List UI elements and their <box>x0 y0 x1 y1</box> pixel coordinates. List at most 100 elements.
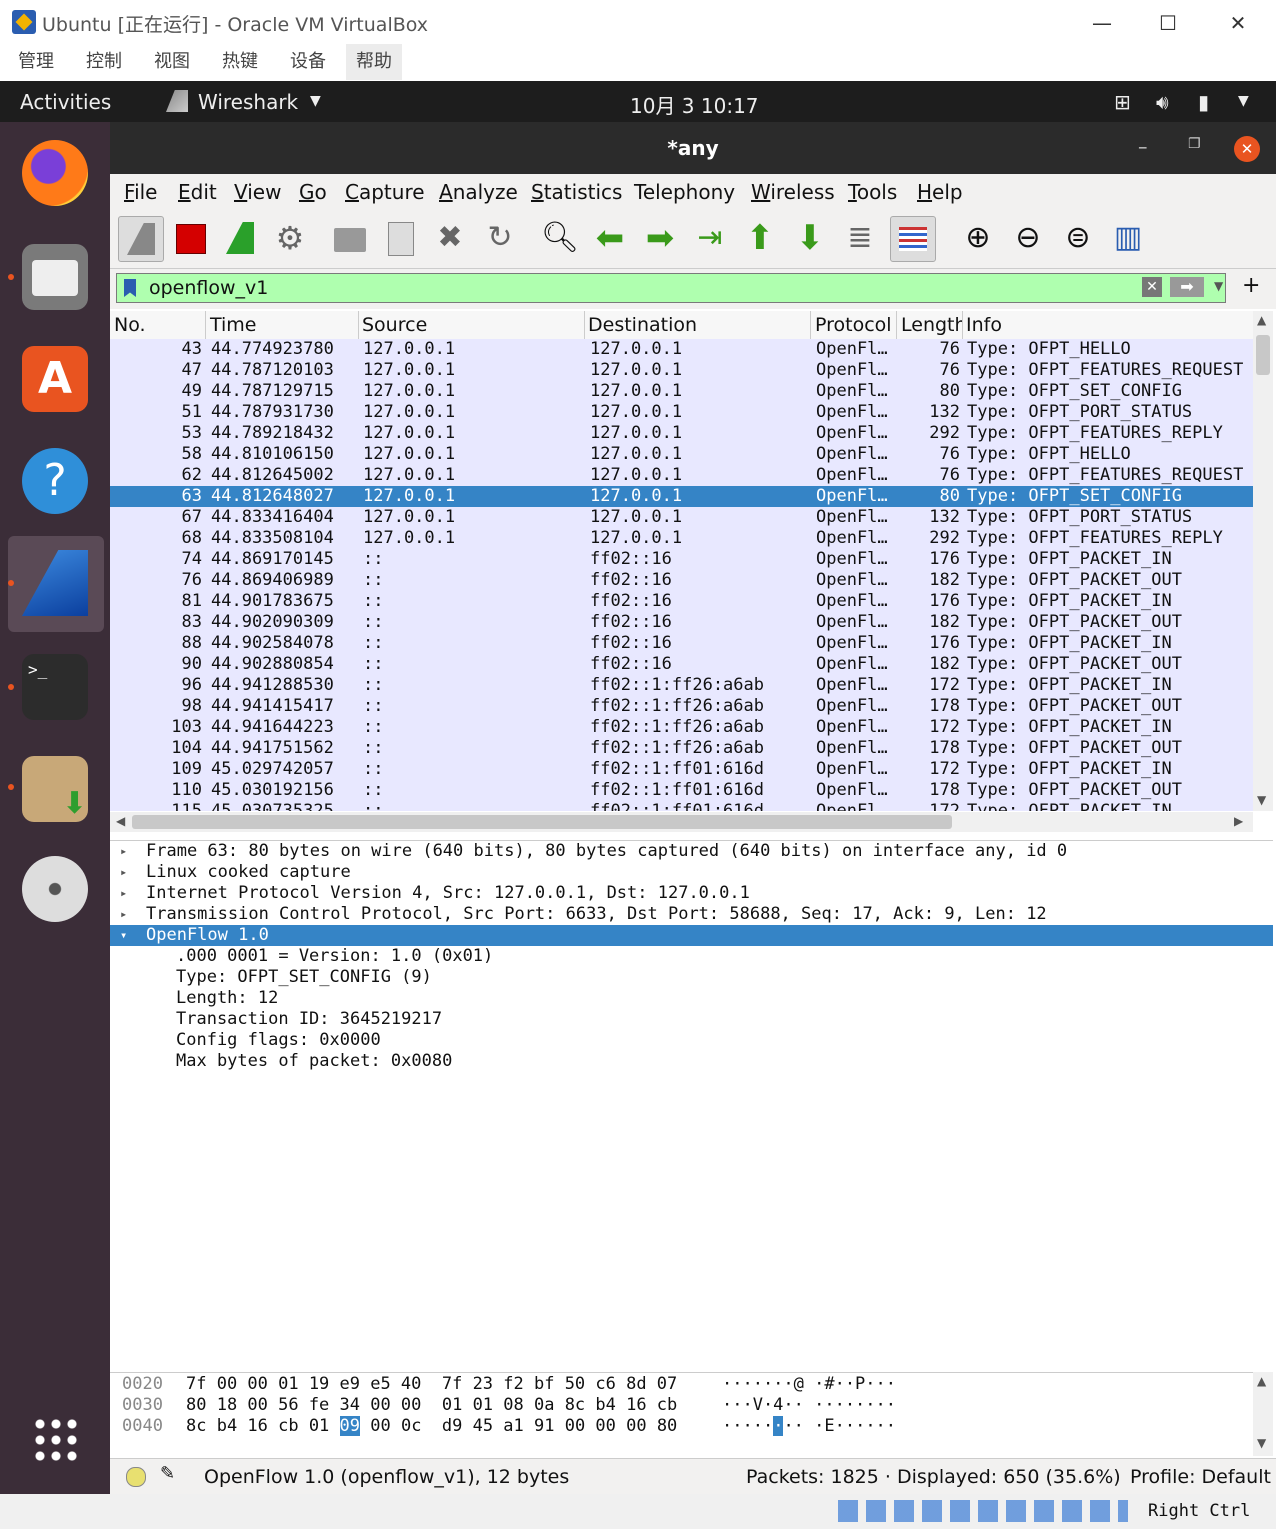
scroll-left-icon[interactable]: ◀ <box>116 814 125 828</box>
detail-field[interactable]: Max bytes of packet: 0x0080 <box>110 1051 1273 1072</box>
packet-row[interactable]: 81 44.901783675:: ff02::16 OpenFl… 176 Type: … <box>110 591 1253 612</box>
detail-field[interactable]: Config flags: 0x0000 <box>110 1030 1273 1051</box>
menu-capture[interactable]: Capture <box>345 180 425 204</box>
autoscroll-icon[interactable]: ≣ <box>838 216 882 260</box>
zoom-in-icon[interactable]: ⊕ <box>956 216 1000 260</box>
volume-icon[interactable]: 🔊︎ <box>1156 90 1169 114</box>
filter-history-chevron-icon[interactable]: ▼ <box>1214 279 1223 293</box>
packet-row[interactable]: 43 44.774923780 127.0.0.1 127.0.0.1 OpenFl… 7… <box>110 339 1253 360</box>
column-header-protocol[interactable]: Protocol <box>815 314 892 336</box>
column-header-source[interactable]: Source <box>362 314 427 336</box>
column-header-info[interactable]: Info <box>966 314 1002 336</box>
scroll-up-icon[interactable]: ▲ <box>1257 313 1266 327</box>
last-packet-icon[interactable]: ⬇ <box>788 216 832 260</box>
hscroll-thumb[interactable] <box>132 815 952 829</box>
apply-filter-icon[interactable]: ➡ <box>1170 277 1204 297</box>
packet-row[interactable]: 90 44.902880854:: ff02::16 OpenFl… 182 Type: … <box>110 654 1253 675</box>
firefox-icon[interactable] <box>22 140 88 206</box>
detail-tree-node[interactable]: ▸ Frame 63: 80 bytes on wire (640 bits), … <box>110 841 1273 862</box>
detail-tree-node[interactable]: ▾ OpenFlow 1.0 <box>110 925 1273 946</box>
menu-analyze[interactable]: Analyze <box>439 180 518 204</box>
vbox-menu-view[interactable]: 视图 <box>144 44 200 80</box>
bytes-scrollbar[interactable]: ▲ ▼ <box>1253 1372 1273 1456</box>
activities-button[interactable]: Activities <box>20 90 111 114</box>
menu-view[interactable]: View <box>234 180 281 204</box>
packet-row[interactable]: 96 44.941288530:: ff02::1:ff26:a6ab OpenFl…… <box>110 675 1253 696</box>
menu-tools[interactable]: Tools <box>848 180 897 204</box>
byte-ascii[interactable]: ········ ·E······ <box>722 1416 896 1437</box>
ws-close-icon[interactable]: ✕ <box>1234 136 1260 162</box>
packet-row[interactable]: 115 45.030735325:: ff02::1:ff01:616d OpenFl… <box>110 801 1253 811</box>
expanded-arrow-icon[interactable]: ▾ <box>120 925 127 946</box>
battery-icon[interactable]: ▮ <box>1198 90 1209 114</box>
menu-help[interactable]: Help <box>917 180 963 204</box>
packet-row[interactable]: 88 44.902584078:: ff02::16 OpenFl… 176 Type: … <box>110 633 1253 654</box>
network-icon[interactable]: ⊞ <box>1114 90 1131 114</box>
minimize-icon[interactable]: — <box>1082 8 1122 38</box>
column-header-destination[interactable]: Destination <box>588 314 697 336</box>
detail-field[interactable]: Transaction ID: 3645219217 <box>110 1009 1273 1030</box>
byte-hex[interactable]: 7f 00 00 01 19 e9 e5 40 7f 23 f2 bf 50 c… <box>186 1374 677 1395</box>
packet-row[interactable]: 104 44.941751562:: ff02::1:ff26:a6ab OpenFl… <box>110 738 1253 759</box>
packet-row[interactable]: 67 44.833416404 127.0.0.1 127.0.0.1 OpenFl… 1… <box>110 507 1253 528</box>
packet-row[interactable]: 68 44.833508104 127.0.0.1 127.0.0.1 OpenFl… 2… <box>110 528 1253 549</box>
close-file-icon[interactable]: ✖ <box>428 216 472 260</box>
packet-row[interactable]: 49 44.787129715 127.0.0.1 127.0.0.1 OpenFl… 8… <box>110 381 1253 402</box>
reload-file-icon[interactable]: ↻ <box>478 216 522 260</box>
packet-row[interactable]: 47 44.787120103 127.0.0.1 127.0.0.1 OpenFl… 7… <box>110 360 1253 381</box>
packet-row[interactable]: 76 44.869406989:: ff02::16 OpenFl… 182 Type: … <box>110 570 1253 591</box>
bytes-scroll-down-icon[interactable]: ▼ <box>1257 1436 1266 1450</box>
clock[interactable]: 10月 3 10:17 <box>630 90 759 119</box>
detail-field[interactable]: Length: 12 <box>110 988 1273 1009</box>
stop-capture-icon[interactable] <box>168 216 212 260</box>
go-to-packet-icon[interactable]: ⇥ <box>688 216 732 260</box>
files-icon[interactable] <box>22 244 88 310</box>
scroll-down-icon[interactable]: ▼ <box>1257 793 1266 807</box>
packet-row[interactable]: 103 44.941644223:: ff02::1:ff26:a6ab OpenFl… <box>110 717 1253 738</box>
collapsed-arrow-icon[interactable]: ▸ <box>120 904 127 925</box>
detail-tree-node[interactable]: ▸ Linux cooked capture <box>110 862 1273 883</box>
comment-edit-icon[interactable]: ✎ <box>160 1463 175 1484</box>
restart-capture-icon[interactable] <box>218 216 262 260</box>
system-menu-chevron-icon[interactable]: ▼ <box>1238 93 1249 109</box>
colorize-icon[interactable] <box>890 216 936 262</box>
vbox-menu-devices[interactable]: 设备 <box>280 44 336 80</box>
capture-options-icon[interactable]: ⚙ <box>268 216 312 260</box>
detail-field[interactable]: .000 0001 = Version: 1.0 (0x01) <box>110 946 1273 967</box>
column-header-time[interactable]: Time <box>210 314 257 336</box>
clear-filter-icon[interactable]: ✕ <box>1142 277 1162 297</box>
go-forward-icon[interactable]: ➡ <box>638 216 682 260</box>
apps-grid-icon[interactable] <box>32 1416 80 1464</box>
resize-columns-icon[interactable]: ▥ <box>1106 216 1150 260</box>
ws-minimize-icon[interactable]: – <box>1138 136 1148 158</box>
menu-wireless[interactable]: Wireless <box>751 180 835 204</box>
menu-go[interactable]: Go <box>299 180 327 204</box>
packet-row[interactable]: 63 44.812648027 127.0.0.1 127.0.0.1 OpenFl… 8… <box>110 486 1253 507</box>
collapsed-arrow-icon[interactable]: ▸ <box>120 862 127 883</box>
vbox-device-icons[interactable] <box>838 1500 1128 1522</box>
packet-row[interactable]: 62 44.812645002 127.0.0.1 127.0.0.1 OpenFl… 7… <box>110 465 1253 486</box>
menu-edit[interactable]: Edit <box>178 180 217 204</box>
help-icon[interactable]: ? <box>22 448 88 514</box>
byte-hex[interactable]: 8c b4 16 cb 01 09 00 0c d9 45 a1 91 00 0… <box>186 1416 677 1437</box>
column-header-no[interactable]: No. <box>114 314 146 336</box>
column-header-length[interactable]: Length <box>901 314 963 336</box>
packet-row[interactable]: 110 45.030192156:: ff02::1:ff01:616d OpenFl… <box>110 780 1253 801</box>
find-packet-icon[interactable]: 🔍︎ <box>538 216 582 260</box>
collapsed-arrow-icon[interactable]: ▸ <box>120 883 127 904</box>
chevron-down-icon[interactable]: ▼ <box>310 93 321 109</box>
ws-restore-icon[interactable]: ❐ <box>1188 136 1201 152</box>
packet-row[interactable]: 53 44.789218432 127.0.0.1 127.0.0.1 OpenFl… 2… <box>110 423 1253 444</box>
detail-tree-node[interactable]: ▸ Transmission Control Protocol, Src Port… <box>110 904 1273 925</box>
menu-file[interactable]: File <box>124 180 157 204</box>
menu-statistics[interactable]: Statistics <box>531 180 622 204</box>
byte-ascii[interactable]: ·······@ ·#··P··· <box>722 1374 896 1395</box>
bytes-scroll-up-icon[interactable]: ▲ <box>1257 1374 1266 1388</box>
packet-row[interactable]: 58 44.810106150 127.0.0.1 127.0.0.1 OpenFl… 7… <box>110 444 1253 465</box>
byte-hex[interactable]: 80 18 00 56 fe 34 00 00 01 01 08 0a 8c b… <box>186 1395 677 1416</box>
save-file-icon[interactable] <box>378 216 422 260</box>
start-capture-icon[interactable] <box>118 216 164 262</box>
vbox-menu-hotkeys[interactable]: 热键 <box>212 44 268 80</box>
terminal-icon[interactable]: >_ <box>22 654 88 720</box>
first-packet-icon[interactable]: ⬆ <box>738 216 782 260</box>
